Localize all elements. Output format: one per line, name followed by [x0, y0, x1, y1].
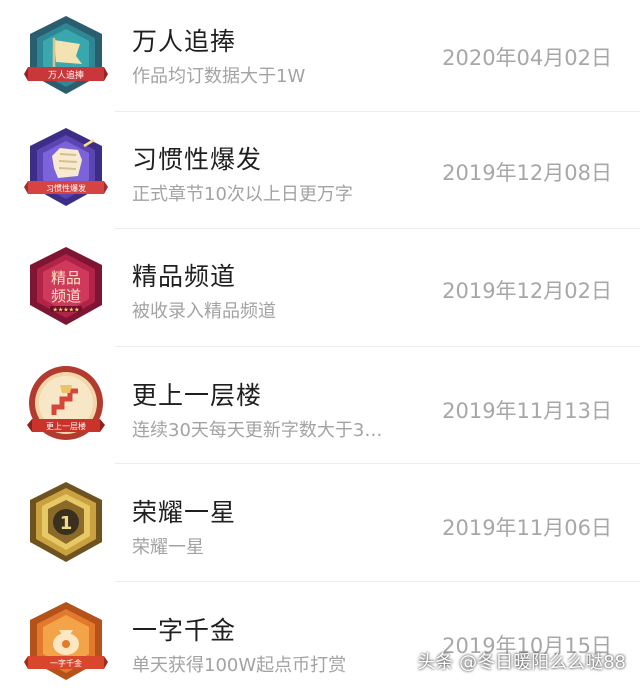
crimson-boutique-badge-icon: 精品 频道 ★★★★★ [24, 245, 108, 329]
list-item[interactable]: 更上一层楼 更上一层楼 连续30天每天更新字数大于3… 2019年11月13日 [0, 347, 640, 464]
teal-flag-badge-icon: 万人追捧 [24, 14, 108, 98]
stairs-badge-icon: 更上一层楼 [24, 363, 108, 447]
achievement-description: 连续30天每天更新字数大于3… [132, 420, 383, 441]
purple-fist-badge-icon: 习惯性爆发 [24, 126, 108, 210]
achievement-date: 2019年12月02日 [442, 279, 612, 303]
achievement-title: 习惯性爆发 [132, 145, 263, 174]
list-item[interactable]: 精品 频道 ★★★★★ 精品频道 被收录入精品频道 2019年12月02日 [0, 229, 640, 347]
list-item[interactable]: 万人追捧 万人追捧 作品均订数据大于1W 2020年04月02日 [0, 0, 640, 112]
badge-label: 频道 [51, 287, 81, 305]
achievement-description: 被收录入精品频道 [132, 301, 276, 322]
achievement-title: 荣耀一星 [132, 498, 237, 527]
badge-label: 一字千金 [50, 658, 82, 668]
watermark-text: 头条 @冬日暖阳么么哒88 [417, 652, 626, 673]
badge-label: 1 [60, 513, 73, 534]
achievement-title: 一字千金 [132, 616, 237, 645]
achievement-title: 万人追捧 [132, 27, 237, 56]
achievement-description: 作品均订数据大于1W [132, 66, 306, 87]
svg-text:★★★★★: ★★★★★ [53, 307, 80, 314]
badge-label: 精品 [51, 269, 81, 287]
achievement-date: 2019年11月06日 [442, 516, 612, 540]
achievement-date: 2019年12月08日 [442, 161, 612, 185]
achievement-description: 正式章节10次以上日更万字 [132, 184, 353, 205]
achievement-date: 2020年04月02日 [442, 46, 612, 70]
achievement-description: 荣耀一星 [132, 537, 204, 558]
badge-label: 万人追捧 [48, 69, 84, 81]
achievement-title: 更上一层楼 [132, 381, 263, 410]
badge-label: 习惯性爆发 [46, 183, 86, 193]
list-item[interactable]: 习惯性爆发 习惯性爆发 正式章节10次以上日更万字 2019年12月08日 [0, 112, 640, 229]
list-item[interactable]: 1 荣耀一星 荣耀一星 2019年11月06日 [0, 464, 640, 582]
orange-money-bag-badge-icon: 一字千金 [24, 600, 108, 684]
achievement-title: 精品频道 [132, 262, 237, 291]
achievement-description: 单天获得100W起点币打赏 [132, 655, 347, 676]
gold-star-one-badge-icon: 1 [24, 480, 108, 564]
achievement-date: 2019年11月13日 [442, 399, 612, 423]
achievement-list: 万人追捧 万人追捧 作品均订数据大于1W 2020年04月02日 习惯性爆发 习… [0, 0, 640, 690]
badge-label: 更上一层楼 [46, 421, 86, 431]
